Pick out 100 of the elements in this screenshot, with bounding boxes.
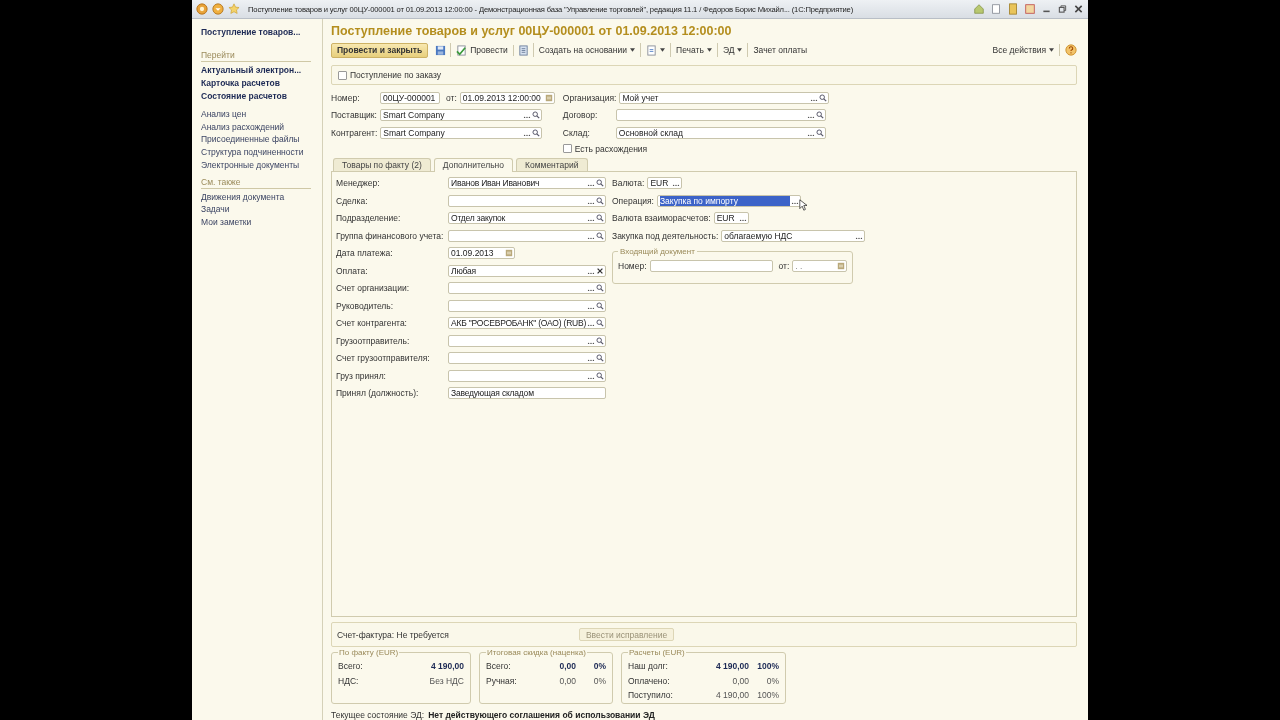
search-icon[interactable] — [596, 371, 604, 380]
search-icon[interactable] — [819, 93, 828, 102]
search-icon[interactable] — [532, 111, 540, 120]
input-field[interactable] — [649, 260, 773, 273]
sidebar-link[interactable]: Задачи — [201, 203, 319, 216]
search-icon[interactable] — [532, 128, 541, 137]
invoice-status: Счет-фактура: Не требуется — [337, 629, 449, 640]
total-percent: 100% — [756, 690, 779, 701]
status-label: Текущее состояние ЭД: — [331, 710, 425, 720]
menu-icon[interactable] — [212, 3, 224, 15]
post-and-close-button[interactable]: Провести и закрыть — [331, 42, 429, 58]
search-icon[interactable] — [596, 336, 604, 345]
input-field[interactable]: 00ЦУ-000001 — [380, 91, 440, 104]
input-field[interactable]: Smart Company — [380, 126, 543, 139]
search-icon[interactable] — [815, 111, 824, 120]
document-icon — [646, 44, 658, 56]
input-field[interactable]: Заведующая складом — [448, 387, 606, 400]
input-field[interactable]: EUR — [713, 212, 749, 225]
help-icon[interactable] — [1059, 44, 1077, 56]
sidebar-link[interactable]: Присоединенные файлы — [201, 133, 319, 147]
all-actions-button[interactable]: Все действия — [987, 43, 1059, 57]
field-label: от: — [446, 92, 457, 103]
tab[interactable]: Товары по факту (2) — [333, 157, 431, 171]
total-value: 0,00 — [559, 661, 576, 672]
field-label: Склад: — [562, 127, 591, 138]
total-label: Всего: — [486, 661, 512, 672]
input-field[interactable]: . . — [792, 260, 848, 273]
form-title: Поступление товаров и услуг 00ЦУ-000001 от 01.09.2013 12:00:00 — [331, 24, 733, 38]
input-field[interactable]: 01.09.2013 12:00:00 — [459, 91, 555, 104]
tab[interactable]: Комментарий — [516, 157, 588, 171]
total-label: Всего: — [338, 661, 364, 672]
post-button[interactable]: Провести — [450, 43, 513, 57]
field-label: Номер: — [331, 92, 361, 103]
menu-button[interactable]: ЭД — [716, 43, 748, 57]
input-field[interactable]: 01.09.2013 — [448, 247, 515, 260]
total-percent: 0% — [592, 675, 606, 686]
group-title: Итоговая скидка (наценка) — [486, 648, 587, 657]
total-value: 0,00 — [559, 675, 576, 686]
total-value: 4 190,00 — [715, 690, 749, 701]
field-label: Принял (должность): — [336, 388, 420, 399]
input-field[interactable]: облагаемую НДС — [721, 229, 866, 242]
search-icon[interactable] — [596, 231, 604, 240]
input-field[interactable] — [448, 334, 606, 347]
input-field[interactable]: Основной склад — [615, 126, 826, 139]
offset-payment-button[interactable]: Зачет оплаты — [747, 43, 813, 57]
sidebar-link[interactable]: Актуальный электрон... — [201, 64, 319, 77]
star-icon[interactable] — [228, 3, 240, 15]
sidebar-title[interactable]: Поступление товаров... — [201, 27, 319, 37]
input-field[interactable] — [448, 369, 606, 382]
input-field[interactable]: Smart Company — [380, 109, 542, 122]
input-field[interactable] — [448, 282, 606, 295]
menu-button[interactable]: Создать на основании — [532, 43, 641, 57]
group-title: По факту (EUR) — [338, 648, 400, 657]
input-field[interactable]: Отдел закупок — [448, 212, 606, 225]
total-label: НДС: — [338, 675, 360, 686]
tab[interactable]: Дополнительно — [433, 157, 513, 172]
sidebar-link[interactable]: Электронные документы — [201, 158, 319, 172]
field-label: Группа финансового учета: — [336, 230, 445, 241]
search-icon[interactable] — [596, 319, 604, 328]
field-label: Счет грузоотправителя: — [336, 353, 431, 364]
restore-icon[interactable] — [1057, 3, 1068, 15]
search-icon[interactable] — [596, 196, 604, 205]
search-icon[interactable] — [815, 128, 824, 137]
search-icon[interactable] — [596, 301, 604, 310]
section-heading: Перейти — [201, 50, 311, 62]
checkbox[interactable] — [338, 70, 347, 80]
document-icon[interactable] — [990, 3, 1002, 15]
field-label: Контрагент: — [331, 127, 379, 138]
clear-icon[interactable] — [596, 266, 604, 275]
input-field[interactable]: Иванов Иван Иванович — [448, 177, 606, 190]
sidebar-link[interactable]: Анализ расхождений — [201, 120, 319, 134]
search-icon[interactable] — [596, 284, 604, 293]
input-field[interactable] — [448, 352, 606, 365]
group-title: Расчеты (EUR) — [628, 648, 686, 657]
sidebar-link[interactable]: Анализ цен — [201, 108, 319, 121]
sidebar-link[interactable]: Состояние расчетов — [201, 90, 319, 103]
search-icon[interactable] — [596, 214, 604, 223]
sidebar-link[interactable]: Движения документа — [201, 190, 319, 204]
app-logo-icon[interactable] — [196, 3, 208, 15]
field-label: Валюта взаиморасчетов: — [612, 213, 711, 224]
menu-button[interactable]: Печать — [670, 43, 717, 57]
input-field[interactable]: АКБ "РОСЕВРОБАНК" (ОАО) (RUB) — [448, 317, 606, 330]
input-field[interactable]: Мой учет — [619, 91, 830, 104]
input-field[interactable]: EUR — [647, 177, 683, 190]
input-field[interactable] — [448, 299, 606, 312]
field-label: Валюта: — [612, 178, 645, 189]
field-label: Дата платежа: — [336, 248, 394, 259]
search-icon[interactable] — [596, 354, 604, 363]
sidebar-link[interactable]: Структура подчиненности — [201, 146, 319, 159]
input-field[interactable]: Любая — [448, 264, 606, 277]
input-field[interactable] — [448, 229, 606, 242]
close-icon[interactable] — [1073, 3, 1084, 15]
field-label: Руководитель: — [336, 300, 395, 311]
search-icon[interactable] — [596, 179, 604, 188]
sidebar-link[interactable]: Карточка расчетов — [201, 77, 319, 90]
input-field[interactable] — [615, 109, 826, 122]
input-field[interactable] — [448, 194, 606, 207]
sidebar-link[interactable]: Мои заметки — [201, 215, 319, 229]
field-label: Сделка: — [336, 195, 369, 206]
checkbox[interactable] — [562, 144, 572, 153]
